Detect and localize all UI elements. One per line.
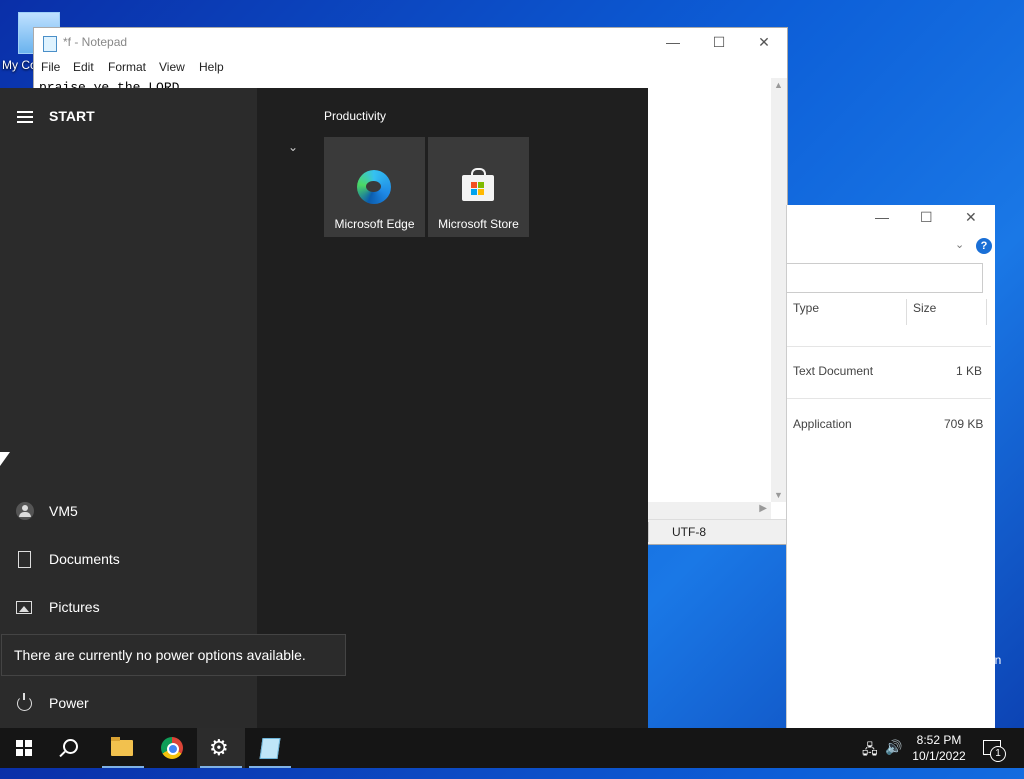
- scroll-up-icon[interactable]: ▲: [774, 80, 783, 90]
- power-options-tooltip: There are currently no power options ava…: [1, 634, 346, 676]
- user-name: VM5: [49, 503, 78, 519]
- notification-badge: 1: [990, 746, 1006, 762]
- explorer-close-button[interactable]: ✕: [965, 209, 977, 226]
- tile-microsoft-edge[interactable]: Microsoft Edge: [324, 137, 425, 237]
- start-title: START: [49, 108, 95, 124]
- menu-bar: File Edit Format View Help: [34, 58, 787, 78]
- file-explorer-icon: [111, 737, 133, 756]
- windows-logo-icon: [16, 740, 32, 756]
- pictures-icon: [16, 601, 32, 614]
- clock-date: 10/1/2022: [912, 749, 966, 763]
- column-header-size[interactable]: Size: [913, 301, 936, 315]
- pictures-button[interactable]: Pictures: [0, 588, 257, 628]
- row-separator: [787, 398, 991, 399]
- collapse-group-chevron-icon[interactable]: ⌄: [288, 140, 298, 154]
- start-menu-sidebar: START VM5 Documents Pictures Power: [0, 88, 257, 728]
- tooltip-text: There are currently no power options ava…: [14, 647, 306, 663]
- menu-file[interactable]: File: [41, 60, 60, 74]
- tile-group-label[interactable]: Productivity: [324, 109, 386, 123]
- encoding-label: UTF-8: [672, 525, 706, 539]
- maximize-button[interactable]: ☐: [696, 28, 742, 58]
- window-title: *f - Notepad: [63, 35, 128, 49]
- pictures-label: Pictures: [49, 599, 100, 615]
- row-separator: [787, 346, 991, 347]
- menu-format[interactable]: Format: [108, 60, 146, 74]
- explorer-maximize-button[interactable]: ☐: [920, 209, 933, 226]
- taskbar: ⚙ 🖧 🔊 8:52 PM 10/1/2022 1: [0, 728, 1024, 768]
- file-explorer-window[interactable]: — ☐ ✕ ⌄ ? Type Size Text Document 1 KB A…: [786, 205, 995, 728]
- tile-microsoft-store[interactable]: Microsoft Store: [428, 137, 529, 237]
- expand-ribbon-chevron-icon[interactable]: ⌄: [955, 238, 964, 251]
- notepad-app-icon: [43, 36, 57, 52]
- explorer-text-fragment: in: [992, 653, 1002, 667]
- document-icon: [18, 551, 31, 568]
- menu-edit[interactable]: Edit: [73, 60, 94, 74]
- tile-label: Microsoft Edge: [334, 217, 415, 231]
- explorer-ribbon: ⌄ ?: [787, 233, 995, 259]
- help-icon[interactable]: ?: [976, 238, 992, 254]
- network-icon[interactable]: 🖧: [862, 739, 878, 779]
- taskbar-settings[interactable]: ⚙: [197, 728, 245, 768]
- row-2-size[interactable]: 709 KB: [944, 417, 983, 431]
- mouse-cursor-icon: [0, 452, 10, 466]
- desktop-icon-label: My Co: [2, 58, 37, 72]
- search-button[interactable]: [48, 728, 96, 768]
- status-divider: [648, 522, 649, 542]
- row-2-type[interactable]: Application: [793, 417, 852, 431]
- menu-help[interactable]: Help: [199, 60, 224, 74]
- taskbar-notepad[interactable]: [246, 728, 294, 768]
- vertical-scrollbar[interactable]: ▲ ▼: [771, 78, 787, 502]
- explorer-search-box[interactable]: [787, 263, 983, 293]
- user-account-button[interactable]: VM5: [0, 492, 257, 532]
- settings-icon: ⚙: [209, 735, 229, 760]
- documents-label: Documents: [49, 551, 120, 567]
- explorer-minimize-button[interactable]: —: [875, 209, 889, 225]
- search-icon: [63, 739, 78, 754]
- power-icon: [17, 693, 32, 711]
- system-clock[interactable]: 8:52 PM 10/1/2022: [906, 732, 972, 764]
- minimize-button[interactable]: —: [650, 28, 696, 58]
- explorer-titlebar[interactable]: — ☐ ✕: [787, 205, 995, 233]
- column-header-type[interactable]: Type: [793, 301, 819, 315]
- power-button[interactable]: Power: [0, 684, 257, 724]
- row-1-type[interactable]: Text Document: [793, 364, 873, 378]
- taskbar-chrome[interactable]: [148, 728, 196, 768]
- tile-label: Microsoft Store: [438, 217, 519, 231]
- clock-time: 8:52 PM: [916, 733, 962, 747]
- documents-button[interactable]: Documents: [0, 540, 257, 580]
- power-label: Power: [49, 695, 89, 711]
- row-1-size[interactable]: 1 KB: [956, 364, 982, 378]
- scroll-right-icon[interactable]: ▶: [759, 503, 767, 514]
- store-icon: [462, 168, 494, 201]
- column-divider[interactable]: [906, 299, 907, 325]
- close-button[interactable]: ✕: [741, 28, 787, 58]
- taskbar-file-explorer[interactable]: [99, 728, 147, 768]
- column-divider[interactable]: [986, 299, 987, 325]
- scroll-down-icon[interactable]: ▼: [774, 490, 783, 500]
- start-menu[interactable]: START VM5 Documents Pictures Power ⌄ Pro…: [0, 88, 648, 728]
- chrome-icon: [161, 737, 183, 759]
- notepad-icon: [259, 738, 281, 759]
- menu-view[interactable]: View: [159, 60, 185, 74]
- notepad-titlebar[interactable]: *f - Notepad — ☐ ✕: [34, 28, 787, 58]
- volume-icon[interactable]: 🔊: [885, 739, 902, 779]
- user-avatar-icon: [16, 502, 34, 520]
- start-button[interactable]: [0, 728, 48, 768]
- edge-icon: [357, 170, 391, 204]
- hamburger-menu-icon[interactable]: [17, 111, 33, 123]
